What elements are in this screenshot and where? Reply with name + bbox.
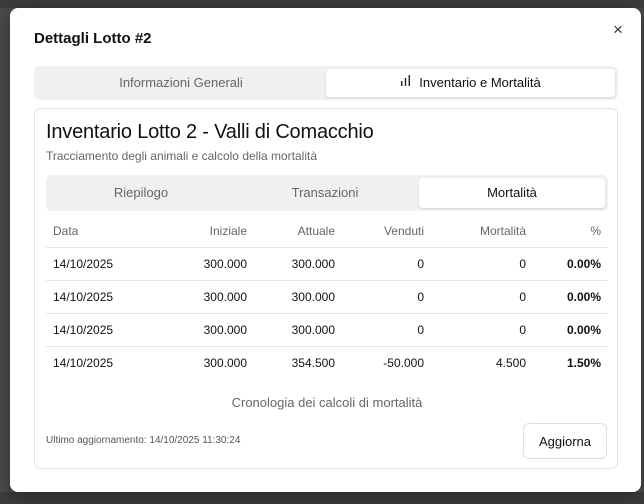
column-header-date: Data — [46, 216, 136, 248]
cell-current: 300.000 — [254, 247, 342, 281]
cell-initial: 300.000 — [136, 247, 254, 281]
column-header-percent: % — [533, 216, 608, 248]
card-subtitle: Tracciamento degli animali e calcolo del… — [46, 149, 318, 163]
bar-chart-icon — [400, 68, 411, 96]
tab-mortality[interactable]: Mortalità — [419, 178, 605, 208]
card-title: Inventario Lotto 2 - Valli di Comacchio — [46, 121, 374, 143]
backdrop-bottom — [0, 492, 644, 504]
dialog-title: Dettagli Lotto #2 — [34, 30, 152, 47]
column-header-sold: Venduti — [342, 216, 431, 248]
table-row: 14/10/2025 300.000 354.500 -50.000 4.500… — [46, 346, 608, 379]
inventory-card: Inventario Lotto 2 - Valli di Comacchio … — [34, 108, 618, 469]
main-tabs: Informazioni Generali Inventario e Morta… — [34, 66, 618, 100]
backdrop-top — [0, 0, 644, 8]
cell-mortality: 0 — [431, 280, 533, 314]
cell-sold: 0 — [342, 247, 431, 281]
cell-current: 300.000 — [254, 313, 342, 347]
column-header-current: Attuale — [254, 216, 342, 248]
cell-sold: 0 — [342, 280, 431, 314]
cell-mortality: 4.500 — [495, 355, 526, 370]
cell-percent: 0.00% — [533, 280, 608, 314]
tab-inventory-mortality[interactable]: Inventario e Mortalità — [326, 69, 615, 97]
cell-date: 14/10/2025 — [46, 247, 136, 281]
cell-mortality: 0 — [431, 247, 533, 281]
cell-percent: 1.50% — [566, 355, 601, 370]
cell-percent: 0.00% — [533, 247, 608, 281]
mortality-table: Data Iniziale Attuale Venduti Mortalità … — [46, 216, 608, 379]
cell-date: 14/10/2025 — [46, 280, 136, 314]
cell-date: 14/10/2025 — [53, 355, 114, 370]
cell-percent: 0.00% — [533, 313, 608, 347]
cell-initial: 300.000 — [136, 313, 254, 347]
table-row: 14/10/2025 300.000 300.000 0 0 0.00% — [46, 280, 608, 314]
lot-details-dialog: Dettagli Lotto #2 × Informazioni General… — [10, 8, 641, 492]
tab-general-info-label: Informazioni Generali — [119, 75, 243, 90]
refresh-button[interactable]: Aggiorna — [523, 423, 607, 459]
table-header-row: Data Iniziale Attuale Venduti Mortalità … — [46, 216, 608, 248]
tab-summary[interactable]: Riepilogo — [49, 178, 233, 208]
tab-transactions[interactable]: Transazioni — [233, 178, 417, 208]
table-row: 14/10/2025 300.000 300.000 0 0 0.00% — [46, 247, 608, 281]
cell-sold: 0 — [342, 313, 431, 347]
cell-mortality: 0 — [431, 313, 533, 347]
cell-sold: -50.000 — [383, 355, 424, 370]
column-header-initial: Iniziale — [136, 216, 254, 248]
sub-tabs: Riepilogo Transazioni Mortalità — [46, 175, 608, 211]
table-row: 14/10/2025 300.000 300.000 0 0 0.00% — [46, 313, 608, 347]
cell-initial: 300.000 — [203, 355, 247, 370]
tab-inventory-mortality-label: Inventario e Mortalità — [419, 75, 541, 90]
cell-initial: 300.000 — [136, 280, 254, 314]
column-header-mortality: Mortalità — [431, 216, 533, 248]
cell-current: 300.000 — [254, 280, 342, 314]
cell-current: 354.500 — [291, 355, 335, 370]
last-updated-text: Ultimo aggiornamento: 14/10/2025 11:30:2… — [46, 435, 241, 446]
close-icon[interactable]: × — [608, 20, 628, 40]
tab-general-info[interactable]: Informazioni Generali — [37, 69, 325, 97]
table-caption: Cronologia dei calcoli di mortalità — [231, 395, 423, 410]
cell-date: 14/10/2025 — [46, 313, 136, 347]
